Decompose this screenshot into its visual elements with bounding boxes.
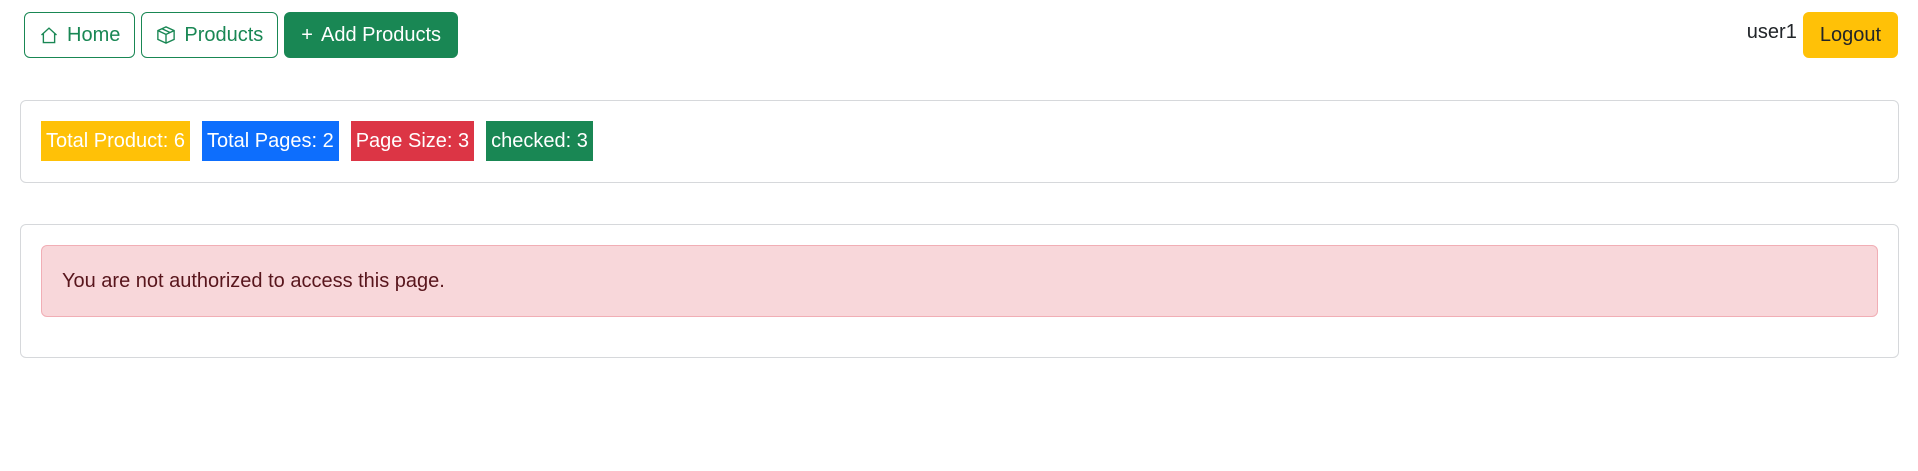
products-button-label: Products	[184, 23, 264, 46]
home-button-label: Home	[67, 23, 121, 46]
checked-badge: checked: 3	[486, 121, 593, 161]
stats-badges: Total Product: 6 Total Pages: 2 Page Siz…	[41, 121, 593, 161]
user-area: user1 Logout	[1747, 12, 1898, 58]
nav-buttons: Home Products + Add Products	[24, 12, 459, 58]
logout-button[interactable]: Logout	[1802, 12, 1898, 58]
stats-card: Total Product: 6 Total Pages: 2 Page Siz…	[20, 100, 1899, 183]
content-card: You are not authorized to access this pa…	[20, 224, 1899, 358]
page-size-badge: Page Size: 3	[350, 121, 475, 161]
add-products-button[interactable]: + Add Products	[284, 12, 459, 58]
total-pages-badge: Total Pages: 2	[201, 121, 339, 161]
house-icon	[41, 27, 57, 44]
home-button[interactable]: Home	[24, 12, 136, 58]
alert-message: You are not authorized to access this pa…	[62, 269, 445, 292]
username-label: user1	[1746, 20, 1797, 43]
unauthorized-alert: You are not authorized to access this pa…	[41, 245, 1878, 317]
add-products-button-label: Add Products	[320, 23, 442, 46]
box-icon	[157, 26, 176, 44]
top-navbar: Home Products + Add Products user1 Logou…	[0, 0, 1918, 72]
products-button[interactable]: Products	[141, 12, 279, 58]
total-product-badge: Total Product: 6	[41, 121, 190, 161]
plus-icon: +	[301, 23, 313, 46]
